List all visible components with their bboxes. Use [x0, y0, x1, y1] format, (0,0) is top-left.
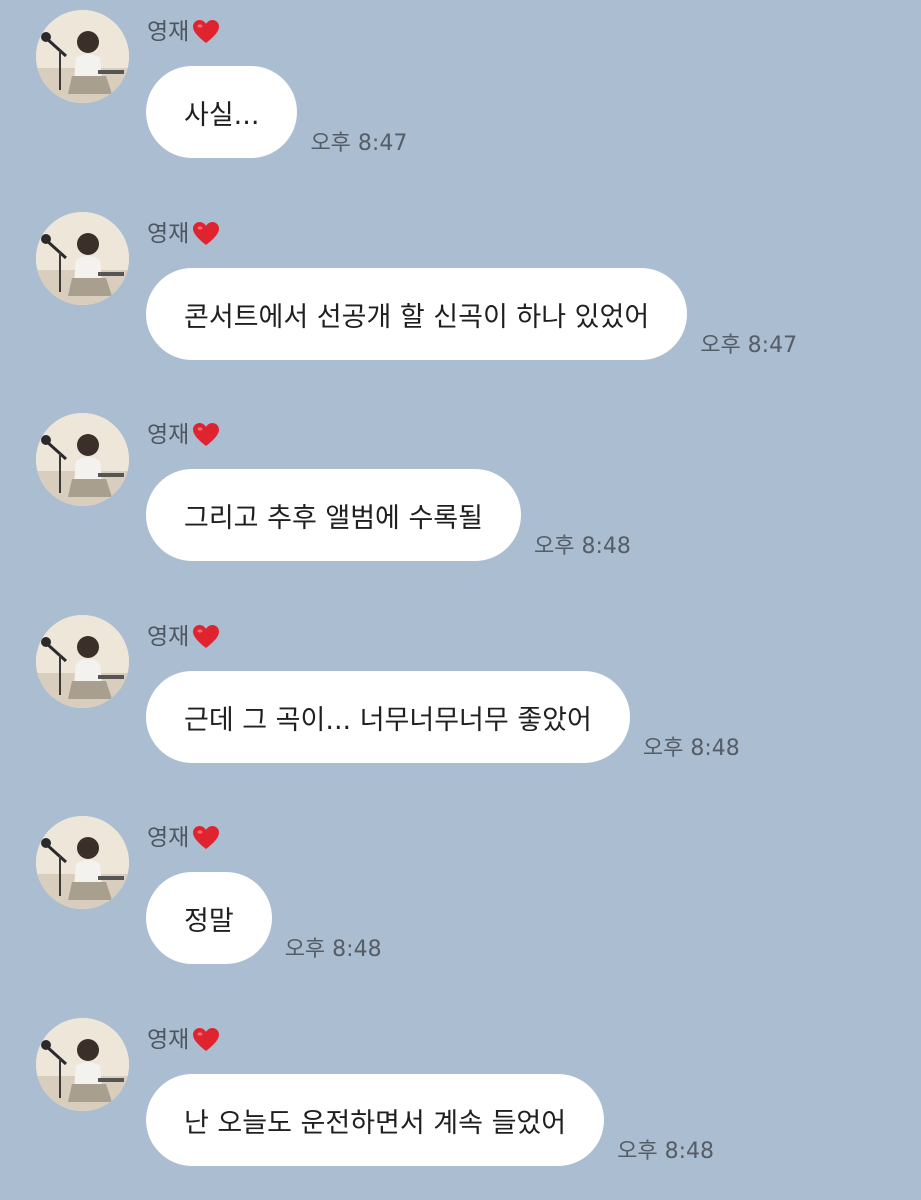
message-item: 영재 정말 오후 8:48: [0, 806, 921, 966]
sender-name: 영재: [147, 417, 220, 453]
profile-photo-icon: [36, 816, 129, 909]
heart-icon: [193, 20, 220, 43]
profile-photo-icon: [36, 10, 129, 103]
heart-icon: [193, 625, 220, 648]
sender-name: 영재: [147, 1022, 220, 1058]
chat-message-list[interactable]: 영재 사실... 오후 8:47 영재 콘서트에서 선공개 할 신곡이 하나 있…: [0, 0, 921, 1200]
message-item: 영재 사실... 오후 8:47: [0, 0, 921, 160]
profile-photo-icon: [36, 413, 129, 506]
message-bubble[interactable]: 사실...: [146, 66, 298, 158]
sender-name: 영재: [147, 619, 220, 655]
message-item: 영재 난 오늘도 운전하면서 계속 들었어 오후 8:48: [0, 1008, 921, 1168]
avatar[interactable]: [36, 10, 129, 103]
message-bubble[interactable]: 근데 그 곡이... 너무너무너무 좋았어: [146, 671, 630, 763]
message-time: 오후 8:48: [284, 937, 382, 962]
heart-icon: [193, 1028, 220, 1051]
message-time: 오후 8:48: [642, 736, 740, 761]
message-bubble[interactable]: 콘서트에서 선공개 할 신곡이 하나 있었어: [146, 268, 688, 360]
message-item: 영재 콘서트에서 선공개 할 신곡이 하나 있었어 오후 8:47: [0, 202, 921, 362]
sender-name: 영재: [147, 14, 220, 50]
heart-icon: [193, 826, 220, 849]
heart-icon: [193, 423, 220, 446]
avatar[interactable]: [36, 413, 129, 506]
message-time: 오후 8:48: [617, 1139, 714, 1164]
avatar[interactable]: [36, 1018, 129, 1111]
message-bubble[interactable]: 난 오늘도 운전하면서 계속 들었어: [146, 1074, 605, 1166]
profile-photo-icon: [36, 615, 129, 708]
message-item: 영재 그리고 추후 앨범에 수록될 오후 8:48: [0, 403, 921, 563]
avatar[interactable]: [36, 212, 129, 305]
message-item: 영재 근데 그 곡이... 너무너무너무 좋았어 오후 8:48: [0, 605, 921, 765]
message-bubble[interactable]: 정말: [146, 872, 272, 964]
message-time: 오후 8:47: [700, 333, 798, 358]
message-time: 오후 8:48: [534, 534, 631, 559]
heart-icon: [193, 222, 220, 245]
profile-photo-icon: [36, 1018, 129, 1111]
avatar[interactable]: [36, 615, 129, 708]
message-time: 오후 8:47: [310, 131, 408, 156]
profile-photo-icon: [36, 212, 129, 305]
sender-name: 영재: [147, 216, 220, 252]
message-bubble[interactable]: 그리고 추후 앨범에 수록될: [146, 469, 521, 561]
sender-name: 영재: [147, 820, 220, 856]
avatar[interactable]: [36, 816, 129, 909]
